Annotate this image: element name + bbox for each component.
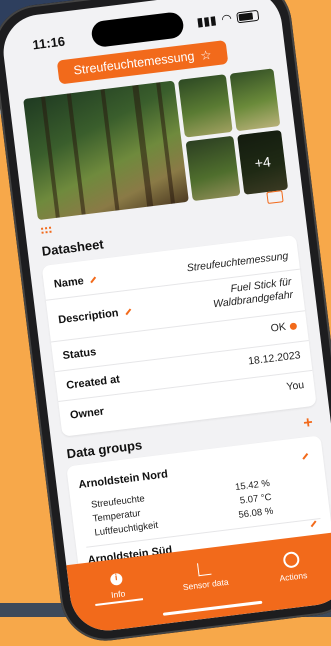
wifi-icon: ◠	[220, 11, 233, 27]
item-value: 5.07 °C	[239, 491, 273, 507]
add-group-button[interactable]: +	[302, 414, 313, 433]
row-value: 18.12.2023	[247, 349, 302, 368]
chart-icon	[196, 561, 212, 577]
dynamic-island	[90, 11, 185, 49]
datasheet-heading: Datasheet	[40, 236, 105, 259]
gallery-image-3[interactable]	[229, 68, 281, 132]
item-value: 56.08 %	[237, 505, 274, 521]
tab-label: Actions	[278, 570, 308, 584]
phone-frame: 11:16 ▮▮▮ ◠ Streufeuchtemessung ☆ +4 Dat…	[0, 0, 331, 646]
datasheet-card: Name Streufeuchtemessung Description Fue…	[41, 234, 317, 437]
row-label: Name	[53, 275, 85, 291]
more-photos-count: +4	[253, 153, 272, 172]
row-value: OK	[270, 320, 287, 335]
status-time: 11:16	[31, 33, 66, 53]
row-label: Status	[62, 346, 97, 363]
tree-trunk	[156, 82, 175, 204]
gallery-image-4[interactable]	[185, 135, 241, 202]
tree-trunk	[132, 84, 154, 207]
gallery-image-more[interactable]: +4	[237, 129, 289, 195]
gallery-image-main[interactable]	[23, 80, 189, 221]
gear-icon	[282, 550, 301, 569]
page-title: Streufeuchtemessung	[72, 48, 196, 78]
tree-trunk	[66, 93, 86, 215]
favorite-star-icon[interactable]: ☆	[199, 46, 213, 62]
tree-trunk	[100, 89, 120, 211]
tab-sensor-data[interactable]: Sensor data	[163, 558, 246, 595]
photo-gallery: +4	[23, 68, 289, 221]
edit-pencil-icon[interactable]	[124, 308, 131, 316]
tab-label: Info	[110, 588, 126, 600]
add-photo-icon[interactable]	[266, 190, 284, 205]
tree-trunk	[41, 96, 60, 218]
tab-label: Sensor data	[182, 576, 230, 593]
row-label: Owner	[69, 405, 105, 422]
info-icon	[109, 572, 124, 586]
battery-icon	[236, 9, 260, 23]
row-label: Description	[57, 307, 120, 327]
status-info-icon[interactable]	[289, 322, 298, 330]
tab-actions[interactable]: Actions	[251, 547, 331, 587]
edit-pencil-icon[interactable]	[310, 520, 317, 528]
gallery-image-2[interactable]	[177, 74, 233, 138]
row-value: You	[285, 378, 305, 394]
edit-pencil-icon[interactable]	[90, 276, 97, 284]
status-icons: ▮▮▮ ◠	[196, 8, 260, 29]
signal-icon: ▮▮▮	[195, 12, 218, 30]
row-label: Created at	[65, 373, 121, 392]
tab-info[interactable]: Info	[76, 568, 159, 604]
app-screen: 11:16 ▮▮▮ ◠ Streufeuchtemessung ☆ +4 Dat…	[0, 0, 331, 635]
home-indicator	[162, 600, 263, 616]
item-value: 15.42 %	[234, 477, 271, 494]
group-name[interactable]: Arnoldstein Nord	[78, 468, 169, 491]
grid-view-icon[interactable]	[40, 226, 52, 234]
edit-pencil-icon[interactable]	[302, 452, 309, 460]
